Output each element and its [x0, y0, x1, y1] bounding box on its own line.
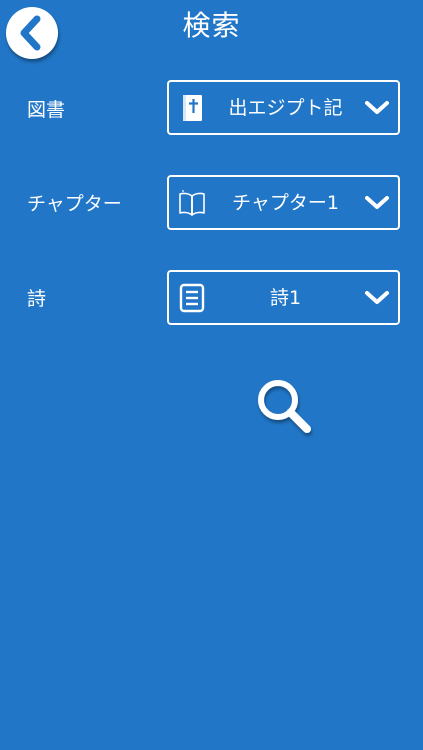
chapter-value: チャプター1	[232, 192, 339, 214]
open-book-icon	[177, 188, 207, 218]
chevron-down-icon	[364, 289, 390, 307]
document-lines-icon	[177, 283, 207, 313]
verse-value: 詩1	[269, 287, 302, 309]
book-select[interactable]: 出エジプト記	[167, 80, 400, 135]
chevron-down-icon	[364, 194, 390, 212]
verse-label: 詩	[27, 288, 47, 310]
search-icon	[252, 375, 318, 441]
page-title: 検索	[182, 9, 241, 42]
search-button[interactable]	[252, 375, 318, 441]
chapter-label: チャプター	[27, 193, 122, 215]
chapter-select[interactable]: チャプター1	[167, 175, 400, 230]
bible-icon	[177, 93, 207, 123]
chevron-down-icon	[364, 99, 390, 117]
book-value: 出エジプト記	[228, 97, 343, 119]
verse-select[interactable]: 詩1	[167, 270, 400, 325]
book-label: 図書	[27, 99, 66, 121]
